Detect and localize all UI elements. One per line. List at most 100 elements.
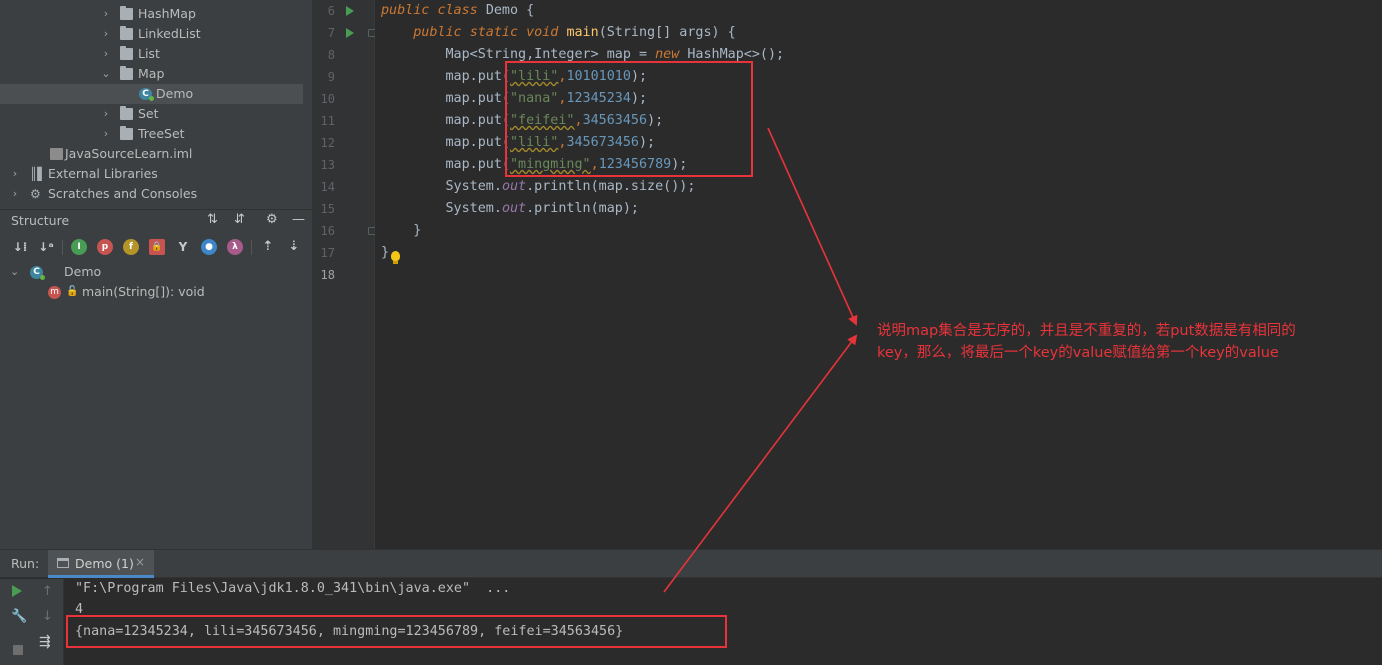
line-number: 9 [327, 70, 335, 84]
minimize-icon[interactable]: — [292, 212, 305, 227]
folder-icon [120, 26, 133, 40]
tree-item-label: Map [138, 66, 165, 81]
structure-panel: Structure ⇅ ⇵ ⚙ — ↓⁞ ↓ᵃ I p f 🔒 Y ● λ ⇡ … [0, 209, 313, 549]
tree-item-label: JavaSourceLearn.iml [65, 146, 193, 161]
chevron-right-icon[interactable]: › [101, 104, 111, 124]
chevron-right-icon[interactable]: › [101, 4, 111, 24]
folder-icon [120, 66, 133, 80]
expand-all-icon[interactable]: ⇅ [207, 212, 218, 227]
tree-item-treeset[interactable]: › TreeSet [0, 124, 303, 144]
lambda-icon[interactable]: λ [227, 239, 243, 255]
show-inherited-icon[interactable]: I [71, 239, 87, 255]
tree-item-label: List [138, 46, 160, 61]
tree-item-linkedlist[interactable]: › LinkedList [0, 24, 303, 44]
autoscroll-to-source-icon[interactable]: ⇡ [260, 239, 276, 255]
tree-item-label: Set [138, 106, 159, 121]
arrow-down-icon[interactable]: ↓ [42, 609, 53, 624]
folder-icon [120, 106, 133, 120]
autoscroll-from-source-icon[interactable]: ⇣ [286, 239, 302, 255]
lightbulb-icon[interactable] [391, 251, 400, 264]
structure-item-label: Demo [64, 264, 102, 279]
tree-item-external-libraries[interactable]: › ║▌ External Libraries [0, 164, 303, 184]
collapse-all-icon[interactable]: ⇵ [234, 212, 245, 227]
tree-item-label: Demo [156, 86, 194, 101]
line-number: 11 [320, 114, 335, 128]
scratches-icon: ⚙ [30, 187, 41, 201]
tree-item-scratches[interactable]: › ⚙ Scratches and Consoles [0, 184, 303, 204]
tree-item-set[interactable]: › Set [0, 104, 303, 124]
tree-item-label: LinkedList [138, 26, 201, 41]
chevron-right-icon[interactable]: › [10, 184, 20, 204]
project-tree-panel: › HashMap › LinkedList › List ⌄ Map C De… [0, 0, 313, 209]
line-number: 18 [320, 268, 335, 282]
anonymous-classes-icon[interactable]: Y [175, 239, 191, 255]
annotation-line-1: 说明map集合是无序的，并且是不重复的，若put数据是有相同的 [877, 323, 1296, 339]
chevron-down-icon[interactable]: ⌄ [10, 262, 19, 282]
code-line-7: public static void main(String[] args) { [413, 25, 736, 40]
code-line-17: } [381, 245, 390, 260]
close-icon[interactable]: × [135, 555, 145, 569]
module-file-icon [50, 148, 63, 160]
tree-item-map[interactable]: ⌄ Map [0, 64, 303, 84]
soft-wrap-icon[interactable]: ⇶ [39, 634, 51, 650]
structure-title: Structure [11, 213, 70, 228]
toolbar-separator [251, 240, 252, 255]
code-line-6: public class Demo { [381, 3, 535, 18]
chevron-right-icon[interactable]: › [101, 24, 111, 44]
tree-item-demo[interactable]: C Demo [0, 84, 303, 104]
show-properties-icon[interactable]: p [97, 239, 113, 255]
java-class-icon: C [30, 266, 45, 280]
chevron-right-icon[interactable]: › [101, 44, 111, 64]
java-class-icon: C [139, 88, 154, 101]
run-tab-bar: Run: Demo (1) × [0, 550, 1382, 578]
sort-alphabetically-icon[interactable]: ↓ᵃ [38, 239, 54, 255]
run-label: Run: [11, 556, 40, 571]
annotation-text: 说明map集合是无序的，并且是不重复的，若put数据是有相同的 key，那么，将… [877, 320, 1357, 364]
tree-item-label: TreeSet [138, 126, 185, 141]
line-number: 17 [320, 246, 335, 260]
line-number: 12 [320, 136, 335, 150]
console-output-line: "F:\Program Files\Java\jdk1.8.0_341\bin\… [75, 581, 511, 596]
line-number: 7 [327, 26, 335, 40]
editor-gutter: 6 7 8 9 10 11 12 13 14 15 16 17 18 [313, 0, 376, 549]
line-number: 6 [327, 4, 335, 18]
chevron-right-icon[interactable]: › [101, 124, 111, 144]
arrow-up-icon[interactable]: ↑ [42, 584, 53, 599]
tree-item-list[interactable]: › List [0, 44, 303, 64]
folder-icon [120, 6, 133, 20]
structure-item-label: main(String[]): void [82, 284, 205, 299]
structure-item-main[interactable]: m 🔓 main(String[]): void [0, 282, 313, 302]
tree-item-iml[interactable]: JavaSourceLearn.iml [0, 144, 303, 164]
line-number: 14 [320, 180, 335, 194]
run-tab-demo[interactable]: Demo (1) × [48, 550, 154, 578]
line-number: 16 [320, 224, 335, 238]
code-line-14: System.out.println(map.size()); [445, 179, 696, 194]
toolbar-separator [62, 240, 63, 255]
structure-toolbar: ↓⁞ ↓ᵃ I p f 🔒 Y ● λ ⇡ ⇣ [0, 236, 313, 260]
wrench-icon[interactable]: 🔧 [11, 609, 27, 624]
structure-item-demo[interactable]: ⌄ C Demo [0, 262, 313, 282]
line-number: 13 [320, 158, 335, 172]
annotation-line-2: key，那么，将最后一个key的value赋值给第一个key的value [877, 345, 1279, 361]
run-method-icon[interactable] [346, 28, 354, 38]
code-line-16: } [413, 223, 422, 238]
chevron-down-icon[interactable]: ⌄ [101, 64, 111, 84]
gear-icon[interactable]: ⚙ [266, 212, 278, 227]
stop-icon[interactable] [13, 645, 23, 655]
line-number: 8 [327, 48, 335, 62]
code-line-15: System.out.println(map); [445, 201, 640, 216]
rerun-icon[interactable] [12, 585, 22, 597]
show-fields-icon[interactable]: f [123, 239, 139, 255]
folder-icon [120, 126, 133, 140]
show-lambdas-icon[interactable]: ● [201, 239, 217, 255]
library-icon: ║▌ [30, 167, 47, 181]
chevron-right-icon[interactable]: › [10, 164, 20, 184]
line-number: 10 [320, 92, 335, 106]
console-icon [57, 558, 69, 568]
show-non-public-icon[interactable]: 🔒 [149, 239, 165, 255]
tree-item-hashmap[interactable]: › HashMap [0, 4, 303, 24]
sort-by-type-icon[interactable]: ↓⁞ [12, 239, 28, 255]
run-class-icon[interactable] [346, 6, 354, 16]
folder-icon [120, 46, 133, 60]
method-icon: m [48, 286, 61, 299]
